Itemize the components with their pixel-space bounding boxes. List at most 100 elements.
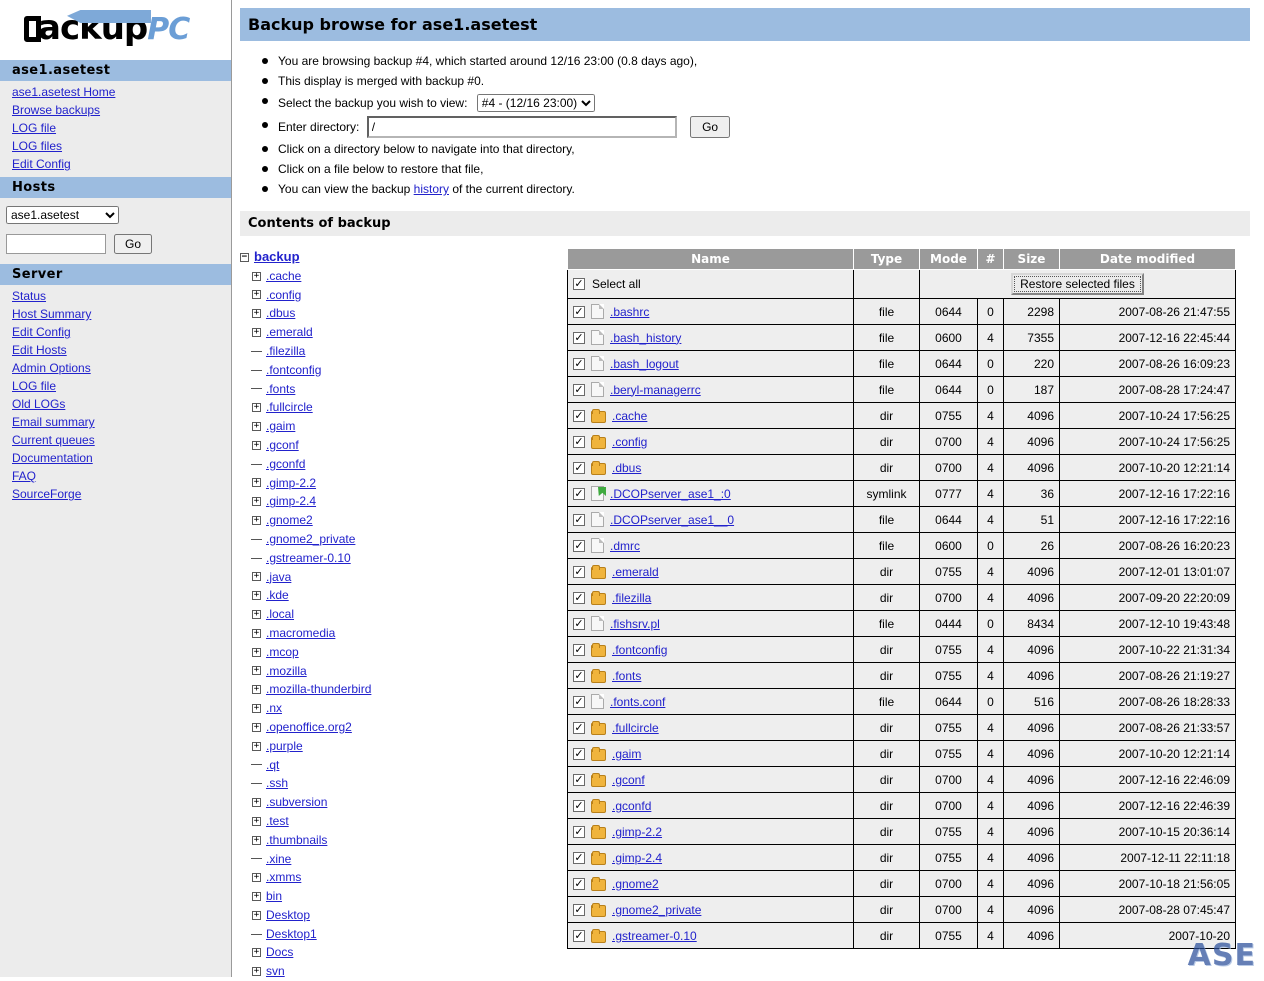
tree-collapse-icon[interactable]: − [240,252,249,262]
file-name-link[interactable]: .config [612,435,647,449]
file-name-link[interactable]: .gnome2_private [612,903,701,917]
sidebar-item-edit-config[interactable]: Edit Config [12,323,231,341]
tree-node-label[interactable]: .fullcircle [266,398,313,417]
sidebar-item-old-logs[interactable]: Old LOGs [12,395,231,413]
tree-expand-icon[interactable]: + [252,948,261,958]
tree-node[interactable]: + .fullcircle [240,398,562,417]
row-checkbox[interactable]: ✓ [573,773,585,786]
tree-node[interactable]: + .gconf [240,436,562,455]
row-checkbox[interactable]: ✓ [573,461,585,474]
tree-node-label[interactable]: .java [266,568,291,587]
tree-node-label[interactable]: .config [266,286,301,305]
tree-expand-icon[interactable]: + [252,967,261,977]
tree-node-label[interactable]: .qt [266,756,279,775]
row-checkbox[interactable]: ✓ [573,305,585,318]
tree-node[interactable]: + .xmms [240,868,562,887]
tree-node[interactable]: + .macromedia [240,624,562,643]
row-checkbox[interactable]: ✓ [573,513,585,526]
select-all-checkbox[interactable]: ✓ [573,278,585,290]
tree-expand-icon[interactable]: + [252,591,261,601]
tree-node[interactable]: + .nx [240,699,562,718]
tree-node-label[interactable]: .thumbnails [266,831,327,850]
file-name-link[interactable]: .DCOPserver_ase1__0 [610,513,734,527]
tree-node[interactable]: + .purple [240,737,562,756]
sidebar-item-edit-config[interactable]: Edit Config [12,155,231,173]
tree-node[interactable]: + .thumbnails [240,831,562,850]
tree-node-label[interactable]: .mcop [266,643,299,662]
tree-node[interactable]: + .gaim [240,417,562,436]
column-header-count[interactable]: # [977,248,1004,270]
tree-node[interactable]: + .subversion [240,793,562,812]
tree-node[interactable]: .qt [240,756,562,775]
tree-node[interactable]: .gnome2_private [240,530,562,549]
tree-expand-icon[interactable]: + [252,647,261,657]
row-checkbox[interactable]: ✓ [573,357,585,370]
tree-expand-icon[interactable]: + [252,891,261,901]
tree-expand-icon[interactable]: + [252,440,261,450]
row-checkbox[interactable]: ✓ [573,383,585,396]
tree-node[interactable]: + .config [240,286,562,305]
tree-node-label[interactable]: .emerald [266,323,313,342]
column-header-name[interactable]: Name [567,248,854,270]
row-checkbox[interactable]: ✓ [573,695,585,708]
tree-node[interactable]: .ssh [240,774,562,793]
tree-node-label[interactable]: .kde [266,586,289,605]
tree-node[interactable]: + .gimp-2.4 [240,492,562,511]
tree-node[interactable]: Desktop1 [240,925,562,944]
row-checkbox[interactable]: ✓ [573,591,585,604]
tree-node-label[interactable]: .test [266,812,289,831]
row-checkbox[interactable]: ✓ [573,877,585,890]
tree-node-label[interactable]: .filezilla [266,342,305,361]
tree-node[interactable]: + svn [240,962,562,981]
file-name-link[interactable]: .dbus [612,461,641,475]
restore-selected-files-button[interactable]: Restore selected files [1011,273,1144,295]
file-name-link[interactable]: .DCOPserver_ase1_:0 [610,487,731,501]
file-name-link[interactable]: .beryl-managerrc [610,383,701,397]
tree-node-label[interactable]: .gaim [266,417,295,436]
row-checkbox[interactable]: ✓ [573,669,585,682]
tree-node-label[interactable]: .local [266,605,294,624]
tree-node[interactable]: .xine [240,850,562,869]
row-checkbox[interactable]: ✓ [573,435,585,448]
tree-node[interactable]: .gstreamer-0.10 [240,549,562,568]
sidebar-item-server-log-file[interactable]: LOG file [12,377,231,395]
history-link[interactable]: history [414,182,449,196]
tree-expand-icon[interactable]: + [252,722,261,732]
tree-expand-icon[interactable]: + [252,403,261,413]
tree-expand-icon[interactable]: + [252,422,261,432]
file-name-link[interactable]: .gaim [612,747,641,761]
tree-node[interactable]: + .mozilla [240,662,562,681]
sidebar-item-status[interactable]: Status [12,287,231,305]
column-header-mode[interactable]: Mode [919,248,978,270]
tree-node-label[interactable]: .subversion [266,793,327,812]
row-checkbox[interactable]: ✓ [573,825,585,838]
tree-expand-icon[interactable]: + [252,478,261,488]
tree-expand-icon[interactable]: + [252,685,261,695]
column-header-size[interactable]: Size [1003,248,1060,270]
file-name-link[interactable]: .fontconfig [612,643,667,657]
sidebar-item-admin-options[interactable]: Admin Options [12,359,231,377]
row-checkbox[interactable]: ✓ [573,331,585,344]
row-checkbox[interactable]: ✓ [573,487,585,500]
tree-node-label[interactable]: .fontconfig [266,361,321,380]
tree-expand-icon[interactable]: + [252,798,261,807]
tree-expand-icon[interactable]: + [252,704,261,714]
sidebar-item-faq[interactable]: FAQ [12,467,231,485]
tree-node-label[interactable]: .xmms [266,868,301,887]
file-name-link[interactable]: .filezilla [612,591,651,605]
row-checkbox[interactable]: ✓ [573,409,585,422]
tree-node[interactable]: + .openoffice.org2 [240,718,562,737]
tree-node[interactable]: + .kde [240,586,562,605]
tree-node[interactable]: + .test [240,812,562,831]
row-checkbox[interactable]: ✓ [573,851,585,864]
tree-expand-icon[interactable]: + [252,271,261,281]
tree-node-label[interactable]: .cache [266,267,301,286]
file-name-link[interactable]: .cache [612,409,647,423]
tree-node[interactable]: + .cache [240,267,562,286]
sidebar-item-browse-backups[interactable]: Browse backups [12,101,231,119]
row-checkbox[interactable]: ✓ [573,903,585,916]
tree-node-label[interactable]: .fonts [266,380,295,399]
file-name-link[interactable]: .gconf [612,773,645,787]
file-name-link[interactable]: .dmrc [610,539,640,553]
tree-node-label[interactable]: Docs [266,943,293,962]
